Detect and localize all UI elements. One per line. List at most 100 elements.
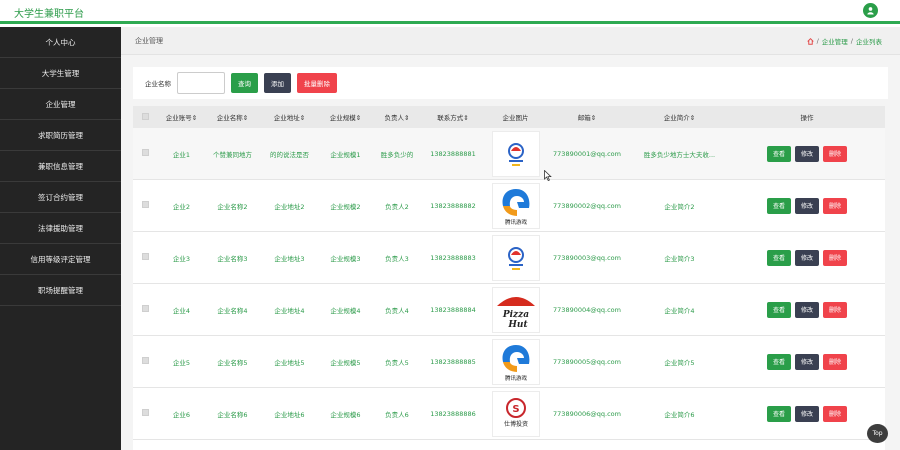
edit-button[interactable]: 修改 xyxy=(794,353,819,370)
cell-phone: 13823888886 xyxy=(430,409,476,418)
cell-intro: 企业简介3 xyxy=(664,254,695,263)
cell-account: 企业5 xyxy=(172,358,191,367)
user-avatar-icon[interactable] xyxy=(863,3,878,18)
edit-button[interactable]: 修改 xyxy=(794,145,819,162)
delete-button[interactable]: 删除 xyxy=(823,301,848,318)
sidebar-item-label: 兼职信息管理 xyxy=(38,161,83,171)
sidebar-item-workplace-reminders[interactable]: 职场提醒管理 xyxy=(0,275,121,306)
cell-address: 企业地址2 xyxy=(274,202,305,211)
breadcrumb-separator: / xyxy=(850,37,853,45)
cell-account: 企业6 xyxy=(172,410,191,419)
sidebar-item-companies[interactable]: 企业管理 xyxy=(0,89,121,120)
select-all-checkbox[interactable] xyxy=(142,112,149,120)
delete-button[interactable]: 删除 xyxy=(823,353,848,370)
sidebar-item-label: 企业管理 xyxy=(45,99,76,109)
cell-scale: 企业规模1 xyxy=(330,150,361,159)
delete-button[interactable]: 删除 xyxy=(823,249,848,266)
company-table: 企业账号⇕ 企业名称⇕ 企业地址⇕ 企业规模⇕ 负责人⇕ 联系方式⇕ 企业图片 … xyxy=(133,106,885,450)
view-button[interactable]: 查看 xyxy=(766,145,791,162)
table-row: 企业4 企业名称4 企业地址4 企业规模4 负责人4 13823888884 Pizza Hu… xyxy=(133,284,885,336)
row-checkbox[interactable] xyxy=(142,357,149,364)
sidebar-item-legal-aid[interactable]: 法律援助管理 xyxy=(0,213,121,244)
cell-scale: 企业规模6 xyxy=(330,410,361,419)
top-bar: 大学生兼职平台 xyxy=(0,0,900,24)
company-logo-image[interactable] xyxy=(491,130,540,177)
edit-button[interactable]: 修改 xyxy=(794,405,819,422)
breadcrumb-link-company[interactable]: 企业管理 xyxy=(822,36,848,46)
col-phone[interactable]: 联系方式⇕ xyxy=(422,112,484,122)
cell-name: 企业名称6 xyxy=(217,410,248,419)
company-logo-image[interactable]: Pizza Hut xyxy=(491,286,540,333)
cell-email: 773890006@qq.com xyxy=(553,409,621,418)
company-name-input[interactable] xyxy=(177,72,225,94)
view-button[interactable]: 查看 xyxy=(766,301,791,318)
col-email[interactable]: 邮箱⇕ xyxy=(547,112,627,122)
logo-text: S xyxy=(512,404,519,415)
company-logo-image[interactable]: S 仕博投资 xyxy=(491,390,540,437)
cell-leader: 负责人2 xyxy=(385,202,409,211)
sidebar-item-resumes[interactable]: 求职简历管理 xyxy=(0,120,121,151)
edit-button[interactable]: 修改 xyxy=(794,301,819,318)
table-row: 企业3 企业名称3 企业地址3 企业规模3 负责人3 13823888883 7738900… xyxy=(133,232,885,284)
sidebar-item-students[interactable]: 大学生管理 xyxy=(0,58,121,89)
query-button[interactable]: 查询 xyxy=(231,73,258,93)
row-checkbox[interactable] xyxy=(142,409,149,416)
edit-button[interactable]: 修改 xyxy=(794,249,819,266)
cell-intro: 企业简介6 xyxy=(664,410,695,419)
sidebar-item-label: 个人中心 xyxy=(45,37,76,47)
col-intro[interactable]: 企业简介⇕ xyxy=(627,112,732,122)
cell-phone: 13823888881 xyxy=(430,149,476,158)
cell-email: 773890003@qq.com xyxy=(553,253,621,262)
cell-phone: 13823888882 xyxy=(430,201,476,210)
home-icon[interactable] xyxy=(806,37,814,45)
col-scale[interactable]: 企业规模⇕ xyxy=(319,112,372,122)
table-row: 企业1 个赞兼同地方 的的说法是否 企业规模1 胜多负少的 13823888881 7738… xyxy=(133,128,885,180)
cell-intro: 胜多负少地方士大夫收... xyxy=(643,150,716,159)
edit-button[interactable]: 修改 xyxy=(794,197,819,214)
view-button[interactable]: 查看 xyxy=(766,405,791,422)
sidebar-item-personal-center[interactable]: 个人中心 xyxy=(0,27,121,58)
sidebar-item-parttime-info[interactable]: 兼职信息管理 xyxy=(0,151,121,182)
company-logo-image[interactable]: 腾讯游戏 xyxy=(491,182,540,229)
delete-button[interactable]: 删除 xyxy=(823,405,848,422)
cell-account: 企业3 xyxy=(172,254,191,263)
sidebar-item-contracts[interactable]: 签订合约管理 xyxy=(0,182,121,213)
row-checkbox[interactable] xyxy=(142,201,149,208)
company-logo-image[interactable]: 腾讯游戏 xyxy=(491,338,540,385)
cell-intro: 企业简介2 xyxy=(664,202,695,211)
col-address[interactable]: 企业地址⇕ xyxy=(260,112,319,122)
delete-button[interactable]: 删除 xyxy=(823,197,848,214)
logo-text: 腾讯游戏 xyxy=(504,218,527,226)
col-name[interactable]: 企业名称⇕ xyxy=(205,112,260,122)
cell-scale: 企业规模2 xyxy=(330,202,361,211)
breadcrumb: / 企业管理 / 企业列表 xyxy=(806,36,882,46)
add-button[interactable]: 添加 xyxy=(264,73,291,93)
back-to-top-button[interactable]: Top xyxy=(867,424,888,443)
col-image: 企业图片 xyxy=(502,114,529,122)
sidebar-item-credit-rating[interactable]: 信用等级评定管理 xyxy=(0,244,121,275)
cell-address: 企业地址6 xyxy=(274,410,305,419)
main-content: 企业管理 / 企业管理 / 企业列表 企业名称 查询 添加 批量删除 企业账号⇕… xyxy=(121,27,900,450)
row-checkbox[interactable] xyxy=(142,305,149,312)
view-button[interactable]: 查看 xyxy=(766,353,791,370)
row-checkbox[interactable] xyxy=(142,253,149,260)
delete-button[interactable]: 删除 xyxy=(823,145,848,162)
cell-address: 企业地址5 xyxy=(274,358,305,367)
cell-phone: 13823888884 xyxy=(430,305,476,314)
col-leader[interactable]: 负责人⇕ xyxy=(372,112,422,122)
cell-email: 773890005@qq.com xyxy=(553,357,621,366)
sidebar-item-label: 求职简历管理 xyxy=(38,130,83,140)
view-button[interactable]: 查看 xyxy=(766,197,791,214)
sidebar: 个人中心 大学生管理 企业管理 求职简历管理 兼职信息管理 签订合约管理 法律援… xyxy=(0,27,121,450)
row-checkbox[interactable] xyxy=(142,149,149,156)
company-logo-image[interactable] xyxy=(491,234,540,281)
cell-scale: 企业规模4 xyxy=(330,306,361,315)
col-account[interactable]: 企业账号⇕ xyxy=(158,112,205,122)
mouse-cursor-icon xyxy=(544,170,552,181)
table-body: 企业1 个赞兼同地方 的的说法是否 企业规模1 胜多负少的 13823888881 7738… xyxy=(133,128,885,440)
batch-delete-button[interactable]: 批量删除 xyxy=(297,73,337,93)
logo-text: Hut xyxy=(507,320,528,330)
view-button[interactable]: 查看 xyxy=(766,249,791,266)
sidebar-item-label: 大学生管理 xyxy=(41,68,80,78)
cell-intro: 企业简介5 xyxy=(664,358,695,367)
